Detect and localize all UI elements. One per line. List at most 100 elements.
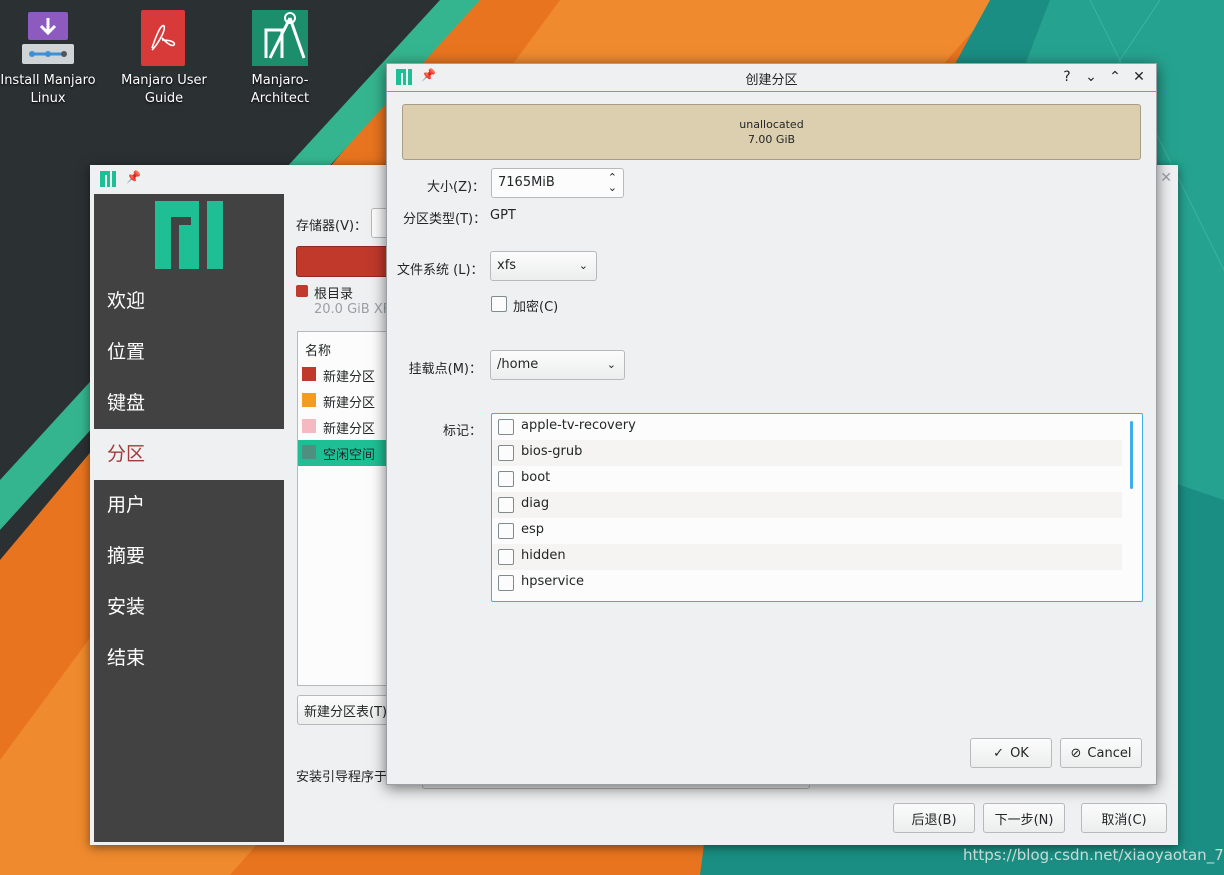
create-partition-dialog: 📌 创建分区 ? ⌄ ⌃ ✕ unallocated 7.00 GiB 大小(Z… <box>386 63 1157 785</box>
flag-checkbox[interactable] <box>498 575 514 591</box>
flag-label: diag <box>521 496 550 511</box>
list-item[interactable]: boot <box>492 466 1122 492</box>
architect-label-line1: Manjaro- <box>251 73 309 88</box>
flag-label: bios-grub <box>521 444 583 459</box>
install-manjaro-label-line1: Install Manjaro <box>0 73 96 88</box>
mount-point-value: /home <box>497 357 539 372</box>
bar-size: 7.00 GiB <box>747 133 796 146</box>
architect-icon <box>252 10 308 66</box>
mount-point-select[interactable]: /home ⌄ <box>490 350 625 380</box>
partition-type-label: 分区类型(T)： <box>403 212 487 227</box>
user-guide-desktop-icon[interactable]: Manjaro User Guide <box>109 0 219 108</box>
back-button[interactable]: 后退(B) <box>893 803 975 833</box>
manjaro-app-icon <box>100 171 116 187</box>
sidebar-item-finish: 结束 <box>107 647 146 669</box>
list-item[interactable]: esp <box>492 518 1122 544</box>
pdf-icon <box>136 10 192 66</box>
manjaro-logo <box>155 201 223 269</box>
list-item[interactable]: hidden <box>492 544 1122 570</box>
list-item[interactable]: hpservice <box>492 570 1122 596</box>
ok-label: OK <box>1010 745 1029 761</box>
sidebar-item-keyboard: 键盘 <box>107 392 146 414</box>
table-row[interactable]: 新建分区 <box>298 414 388 440</box>
list-item[interactable]: apple-tv-recovery <box>492 414 1122 440</box>
architect-label-line2: Architect <box>250 91 310 106</box>
flag-label: hidden <box>521 548 566 563</box>
partition-name: 新建分区 <box>323 396 376 411</box>
flags-list[interactable]: apple-tv-recovery bios-grub boot diag es… <box>491 413 1143 602</box>
table-header-name: 名称 <box>305 344 332 359</box>
sidebar-item-location: 位置 <box>107 341 146 363</box>
flag-checkbox[interactable] <box>498 445 514 461</box>
chevron-down-icon: ⌄ <box>578 259 588 272</box>
watermark-text: https://blog.csdn.net/xiaoyaotan_77 <box>963 846 1224 864</box>
legend-root-label: 根目录 <box>314 287 354 302</box>
sidebar-item-welcome: 欢迎 <box>107 290 146 312</box>
table-row[interactable]: 新建分区 <box>298 362 388 388</box>
dialog-titlebar[interactable]: 📌 创建分区 ? ⌄ ⌃ ✕ <box>387 64 1156 92</box>
filesystem-value: xfs <box>497 258 517 273</box>
filesystem-select[interactable]: xfs ⌄ <box>490 251 597 281</box>
cancel-icon: ⊘ <box>1070 745 1082 761</box>
sidebar-item-install: 安装 <box>107 596 146 618</box>
list-item[interactable]: bios-grub <box>492 440 1122 466</box>
help-icon[interactable]: ? <box>1058 68 1076 86</box>
table-row[interactable]: 空闲空间 <box>298 440 388 466</box>
table-row[interactable]: 新建分区 <box>298 388 388 414</box>
flag-label: boot <box>521 470 551 485</box>
user-guide-label-line2: Guide <box>144 91 184 106</box>
dialog-cancel-button[interactable]: ⊘ Cancel <box>1060 738 1142 768</box>
storage-label: 存储器(V)： <box>296 219 368 234</box>
check-icon: ✓ <box>993 745 1005 761</box>
flag-checkbox[interactable] <box>498 497 514 513</box>
filesystem-label: 文件系统 (L)： <box>397 263 484 278</box>
flag-label: hpservice <box>521 574 585 589</box>
flag-checkbox[interactable] <box>498 549 514 565</box>
partition-color-swatch <box>302 445 316 459</box>
size-label: 大小(Z)： <box>427 180 486 195</box>
flags-label: 标记： <box>442 424 482 439</box>
unallocated-space-bar: unallocated 7.00 GiB <box>402 104 1141 160</box>
partition-name: 新建分区 <box>323 370 376 385</box>
maximize-icon[interactable]: ⌃ <box>1106 68 1124 86</box>
new-partition-table-button[interactable]: 新建分区表(T) <box>297 695 397 725</box>
spin-down-icon[interactable]: ⌄ <box>608 174 617 202</box>
architect-desktop-icon[interactable]: Manjaro- Architect <box>225 0 335 108</box>
sidebar-item-partitions: 分区 <box>94 429 284 480</box>
encrypt-checkbox[interactable] <box>491 296 507 312</box>
bar-label: unallocated <box>739 118 804 131</box>
disk-usage-bar <box>296 246 390 277</box>
pin-icon[interactable]: 📌 <box>126 170 141 184</box>
minimize-icon[interactable]: ⌄ <box>1082 68 1100 86</box>
size-spinbox[interactable]: 7165MiB ⌃ ⌄ <box>491 168 624 198</box>
install-manjaro-label-line2: Linux <box>30 91 66 106</box>
legend-root-detail: 20.0 GiB XF <box>314 302 391 317</box>
install-manjaro-desktop-icon[interactable]: Install Manjaro Linux <box>0 0 103 108</box>
next-button[interactable]: 下一步(N) <box>983 803 1065 833</box>
flag-label: apple-tv-recovery <box>521 418 636 433</box>
size-value: 7165MiB <box>498 175 555 190</box>
partition-name: 空闲空间 <box>323 448 376 463</box>
flag-checkbox[interactable] <box>498 523 514 539</box>
flag-checkbox[interactable] <box>498 419 514 435</box>
sidebar-item-users: 用户 <box>107 494 146 516</box>
close-icon[interactable]: ✕ <box>1160 170 1172 186</box>
close-icon[interactable]: ✕ <box>1130 68 1148 86</box>
cancel-label: Cancel <box>1087 745 1132 761</box>
ok-button[interactable]: ✓ OK <box>970 738 1052 768</box>
installer-icon <box>20 10 76 66</box>
user-guide-label-line1: Manjaro User <box>121 73 207 88</box>
legend-swatch <box>296 285 308 297</box>
partition-type-value: GPT <box>490 208 516 223</box>
list-item[interactable]: diag <box>492 492 1122 518</box>
encrypt-label: 加密(C) <box>513 300 559 315</box>
partition-color-swatch <box>302 367 316 381</box>
partition-color-swatch <box>302 419 316 433</box>
flag-checkbox[interactable] <box>498 471 514 487</box>
bootloader-label: 安装引导程序于 <box>296 770 388 785</box>
partition-name: 新建分区 <box>323 422 376 437</box>
cancel-button[interactable]: 取消(C) <box>1081 803 1167 833</box>
partition-table: 名称 新建分区 新建分区 新建分区 空闲空间 <box>297 331 388 686</box>
flags-scrollbar[interactable] <box>1130 421 1133 489</box>
sidebar-item-summary: 摘要 <box>107 545 146 567</box>
